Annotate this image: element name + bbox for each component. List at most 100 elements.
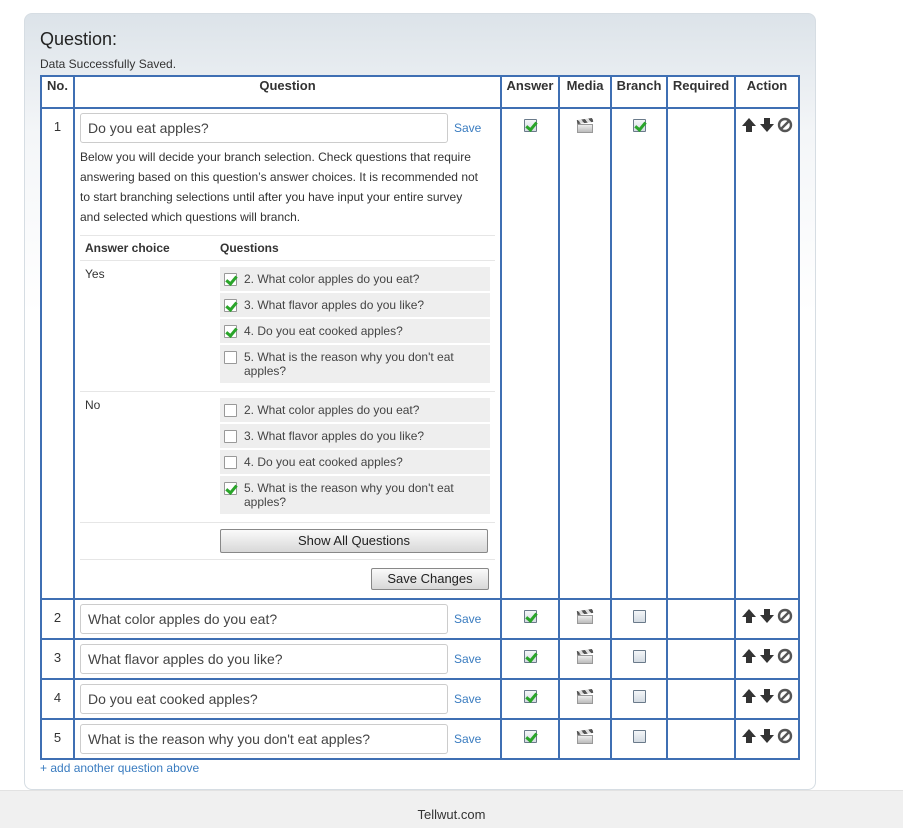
branch-question-label: 4. Do you eat cooked apples? [244,455,403,469]
arrow-up-icon[interactable] [741,688,757,704]
required-cell [666,107,736,600]
delete-icon[interactable] [777,728,793,744]
checkbox-checked-icon[interactable] [523,730,537,743]
branch-question-label: 2. What color apples do you eat? [244,272,420,286]
branch-header-questions: Questions [220,241,279,255]
branch-question-checkbox[interactable] [224,404,237,417]
action-cell [734,598,800,640]
branch-question-label: 5. What is the reason why you don't eat … [244,481,454,509]
checkbox-unchecked-icon[interactable] [632,690,646,703]
branch-question-checkbox[interactable] [224,456,237,469]
col-media: Media [558,75,612,109]
answer-choice-label: No [85,398,101,412]
col-no: No. [40,75,75,109]
clapperboard-icon[interactable] [576,608,594,624]
branch-cell [610,107,668,600]
col-branch: Branch [610,75,668,109]
clapperboard-icon[interactable] [576,688,594,704]
checkbox-unchecked-icon[interactable] [632,610,646,623]
arrow-up-icon[interactable] [741,728,757,744]
branch-question-label: 4. Do you eat cooked apples? [244,324,403,338]
save-changes-button[interactable]: Save Changes [371,568,489,590]
arrow-down-icon[interactable] [759,728,775,744]
arrow-down-icon[interactable] [759,608,775,624]
add-question-link[interactable]: + add another question above [40,761,199,775]
branch-question-item[interactable]: 5. What is the reason why you don't eat … [220,345,490,383]
col-required: Required [666,75,736,109]
question-input[interactable]: What flavor apples do you like? [80,644,448,674]
branch-question-checkbox[interactable] [224,351,237,364]
question-row: 3 What flavor apples do you like? Save [40,638,800,680]
save-link[interactable]: Save [454,652,481,666]
action-cell [734,638,800,680]
clapperboard-icon[interactable] [576,117,594,133]
required-cell [666,718,736,760]
save-link[interactable]: Save [454,121,481,135]
arrow-down-icon[interactable] [759,648,775,664]
answer-cell [500,678,560,720]
questions-table: No. Question Answer Media Branch Require… [40,75,800,760]
branch-question-item[interactable]: 4. Do you eat cooked apples? [220,450,490,474]
checkbox-unchecked-icon[interactable] [632,650,646,663]
action-cell [734,107,800,600]
branch-cell [610,678,668,720]
checkbox-checked-icon[interactable] [523,610,537,623]
branch-question-item[interactable]: 5. What is the reason why you don't eat … [220,476,490,514]
question-row: 4 Do you eat cooked apples? Save [40,678,800,720]
required-cell [666,678,736,720]
branch-question-checkbox[interactable] [224,482,237,495]
arrow-down-icon[interactable] [759,688,775,704]
arrow-up-icon[interactable] [741,608,757,624]
question-input[interactable]: What color apples do you eat? [80,604,448,634]
checkbox-checked-icon[interactable] [523,690,537,703]
question-input[interactable]: Do you eat apples? [80,113,448,143]
save-link[interactable]: Save [454,732,481,746]
arrow-up-icon[interactable] [741,648,757,664]
save-link[interactable]: Save [454,692,481,706]
branch-question-checkbox[interactable] [224,299,237,312]
answer-cell [500,638,560,680]
question-input[interactable]: What is the reason why you don't eat app… [80,724,448,754]
question-row: 5 What is the reason why you don't eat a… [40,718,800,760]
branch-cell [610,718,668,760]
question-number: 1 [40,107,75,600]
action-cell [734,718,800,760]
delete-icon[interactable] [777,117,793,133]
delete-icon[interactable] [777,688,793,704]
checkbox-checked-icon[interactable] [523,650,537,663]
arrow-up-icon[interactable] [741,117,757,133]
answer-cell [500,598,560,640]
action-cell [734,678,800,720]
question-row: 1 Do you eat apples? Save Below you will d… [40,107,800,600]
branch-question-item[interactable]: 3. What flavor apples do you like? [220,293,490,317]
branch-question-item[interactable]: 4. Do you eat cooked apples? [220,319,490,343]
show-all-questions-button[interactable]: Show All Questions [220,529,488,553]
branch-question-checkbox[interactable] [224,430,237,443]
branch-question-item[interactable]: 2. What color apples do you eat? [220,267,490,291]
question-input[interactable]: Do you eat cooked apples? [80,684,448,714]
delete-icon[interactable] [777,608,793,624]
media-cell [558,598,612,640]
required-cell [666,598,736,640]
branch-question-label: 3. What flavor apples do you like? [244,298,425,312]
question-row: 2 What color apples do you eat? Save [40,598,800,640]
clapperboard-icon[interactable] [576,728,594,744]
required-cell [666,638,736,680]
media-cell [558,107,612,600]
delete-icon[interactable] [777,648,793,664]
branch-question-checkbox[interactable] [224,273,237,286]
checkbox-checked-icon[interactable] [523,119,537,132]
clapperboard-icon[interactable] [576,648,594,664]
branch-question-item[interactable]: 2. What color apples do you eat? [220,398,490,422]
footer: Tellwut.com [0,790,903,828]
answer-cell [500,718,560,760]
checkbox-checked-icon[interactable] [632,119,646,132]
branch-question-item[interactable]: 3. What flavor apples do you like? [220,424,490,448]
col-question: Question [73,75,502,109]
branch-question-checkbox[interactable] [224,325,237,338]
arrow-down-icon[interactable] [759,117,775,133]
branch-question-label: 2. What color apples do you eat? [244,403,420,417]
save-link[interactable]: Save [454,612,481,626]
col-answer: Answer [500,75,560,109]
checkbox-unchecked-icon[interactable] [632,730,646,743]
